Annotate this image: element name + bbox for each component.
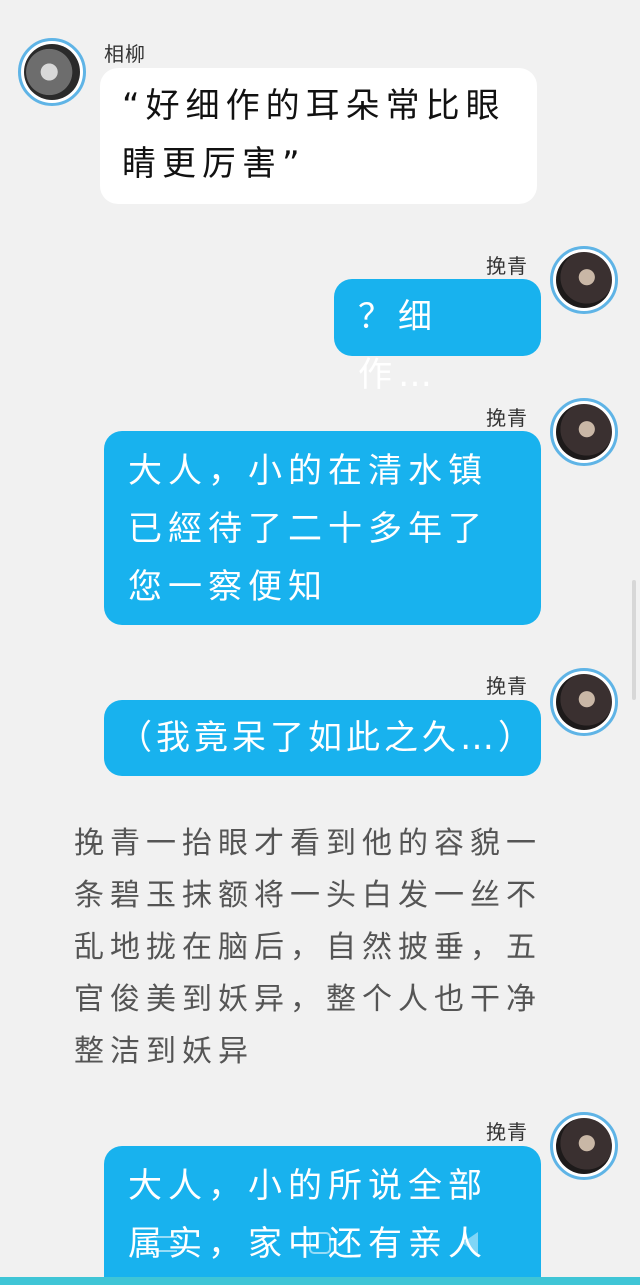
avatar-image xyxy=(556,1118,612,1174)
avatar-wanqing[interactable] xyxy=(550,246,618,314)
message-bubble[interactable]: 大人，小的在清水镇已經待了二十多年了您一察便知 xyxy=(104,431,541,625)
sender-name: 相柳 xyxy=(104,42,146,66)
avatar-image xyxy=(556,252,612,308)
bottom-bar xyxy=(0,1277,640,1285)
avatar-wanqing[interactable] xyxy=(550,1112,618,1180)
avatar-image xyxy=(556,404,612,460)
sender-name: 挽青 xyxy=(486,254,528,278)
message-bubble[interactable]: （我竟呆了如此之久…） xyxy=(104,700,541,776)
sender-name: 挽青 xyxy=(486,674,528,698)
avatar-xiangliu[interactable] xyxy=(18,38,86,106)
scrollbar[interactable] xyxy=(632,580,636,700)
avatar-wanqing[interactable] xyxy=(550,398,618,466)
message-bubble[interactable]: 大人，小的所说全部属实，家中还有亲人 xyxy=(104,1146,541,1277)
sender-name: 挽青 xyxy=(486,406,528,430)
message-bubble[interactable]: “好细作的耳朵常比眼睛更厉害” xyxy=(100,68,537,204)
avatar-image xyxy=(556,674,612,730)
message-bubble[interactable]: ？细作… xyxy=(334,279,541,395)
avatar-wanqing[interactable] xyxy=(550,668,618,736)
avatar-image xyxy=(24,44,80,100)
sender-name: 挽青 xyxy=(486,1120,528,1144)
narration-text: 挽青一抬眼才看到他的容貌一条碧玉抹额将一头白发一丝不乱地拢在脑后，自然披垂，五官… xyxy=(74,826,542,1069)
